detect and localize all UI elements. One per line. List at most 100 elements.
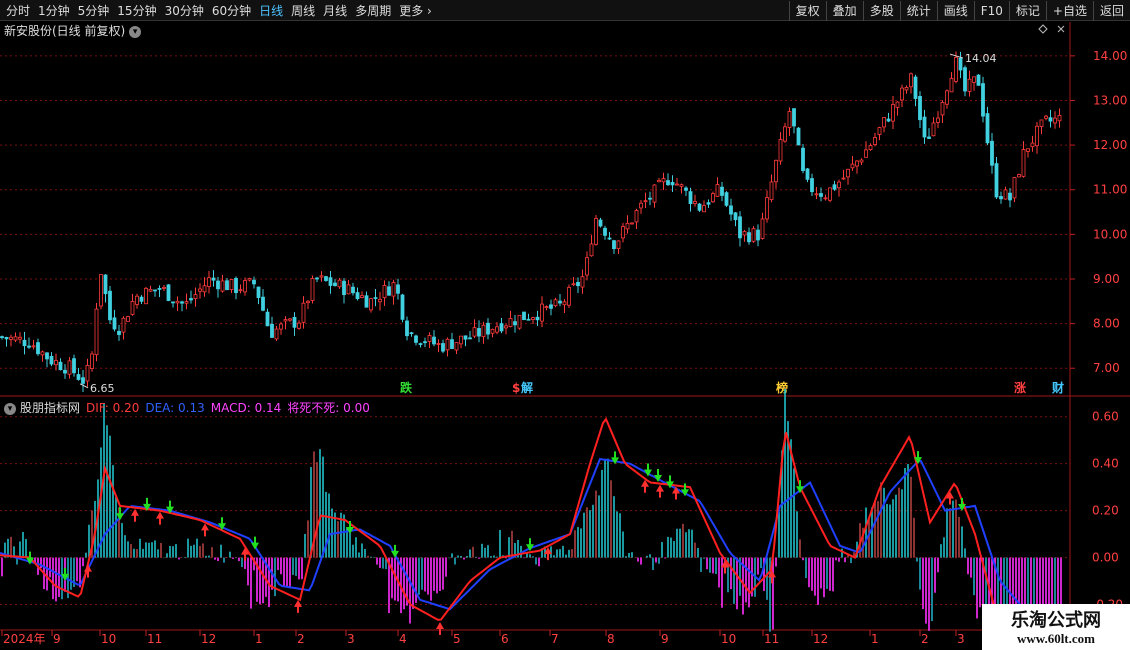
candle-body [859, 159, 864, 163]
candle-body [756, 229, 760, 241]
candle-body [846, 168, 850, 178]
candle-body [13, 336, 18, 341]
price-tick-label: 11.00 [1093, 183, 1127, 197]
candle-body [364, 295, 369, 308]
candle-body [909, 73, 913, 88]
candle-body [643, 200, 648, 203]
candle-body [634, 210, 639, 223]
candle-body [486, 322, 490, 335]
candle-body [1053, 117, 1057, 124]
candle-body [252, 279, 256, 285]
candle-body [751, 228, 756, 242]
candle-body [148, 288, 153, 292]
candle-body [342, 280, 346, 296]
candle-body [387, 286, 391, 296]
candle-body [787, 111, 792, 128]
candle-body [193, 294, 198, 300]
candle-body [670, 182, 675, 186]
candle-body [580, 276, 585, 288]
candle-body [832, 184, 837, 190]
time-tick-label: 12 [813, 632, 828, 646]
sell-arrow-icon [391, 544, 399, 558]
candle-body [760, 218, 765, 239]
candle-body [396, 284, 400, 294]
macd-tick-label: 0.40 [1092, 457, 1119, 471]
candle-body [904, 87, 909, 91]
candle-body [472, 327, 477, 337]
event-tag: 榜 [776, 380, 788, 395]
time-tick-label: 8 [607, 632, 615, 646]
candle-body [85, 364, 90, 382]
candle-body [1048, 117, 1053, 122]
candle-body [837, 181, 841, 189]
candle-body [63, 369, 67, 374]
candle-body [747, 232, 751, 243]
price-tick-label: 9.00 [1093, 272, 1120, 286]
candle-body [652, 184, 657, 203]
macd-tick-label: 0.00 [1092, 551, 1119, 565]
candle-body [265, 311, 270, 327]
candle-body [958, 57, 963, 71]
candle-body [382, 285, 387, 299]
candle-body [675, 183, 679, 186]
buy-arrow-icon [436, 621, 444, 635]
candle-body [783, 126, 787, 142]
candle-body [351, 286, 355, 294]
time-tick-label: 3 [347, 632, 355, 646]
candle-body [657, 179, 661, 183]
candle-body [499, 323, 504, 332]
candle-body [1012, 177, 1017, 199]
candle-body [103, 274, 108, 295]
candle-body [594, 217, 598, 245]
candle-body [531, 317, 535, 320]
candle-body [378, 298, 382, 303]
candle-body [765, 197, 769, 220]
candle-body [558, 300, 562, 304]
candle-body [882, 117, 886, 128]
high-marker-label: 14.04 [965, 52, 997, 65]
candle-body [639, 202, 643, 209]
price-tick-label: 10.00 [1093, 227, 1127, 241]
buy-arrow-icon [672, 486, 680, 500]
time-tick-label: 2 [297, 632, 305, 646]
candle-body [945, 90, 949, 105]
candle-body [648, 197, 652, 200]
candle-body [612, 240, 616, 250]
candle-body [913, 76, 918, 99]
candle-body [540, 303, 544, 322]
candle-body [1003, 189, 1008, 200]
time-tick-label: 1 [255, 632, 263, 646]
candle-body [553, 299, 558, 307]
candle-body [877, 127, 882, 135]
candle-body [513, 321, 517, 326]
time-tick-label: 10 [721, 632, 736, 646]
candle-body [549, 304, 553, 309]
candle-body [1021, 149, 1026, 177]
candle-body [868, 145, 873, 151]
time-tick-label: 1 [871, 632, 879, 646]
candle-body [535, 316, 540, 321]
candle-body [567, 287, 571, 306]
kline-chart[interactable]: 14.0013.0012.0011.0010.009.008.007.000.6… [0, 0, 1130, 650]
time-tick-label: 7 [551, 632, 559, 646]
candle-body [814, 193, 819, 196]
candle-body [346, 284, 351, 295]
candle-body [967, 78, 972, 92]
candle-body [927, 136, 931, 139]
candle-body [270, 323, 274, 338]
candle-body [4, 336, 9, 340]
buy-arrow-icon [656, 484, 664, 498]
chevron-down-icon[interactable]: ▾ [4, 402, 16, 415]
candle-body [1039, 119, 1044, 127]
candle-body [198, 288, 202, 292]
candle-body [31, 345, 36, 348]
candle-body [459, 335, 463, 345]
price-tick-label: 8.00 [1093, 317, 1120, 331]
buy-arrow-icon [294, 599, 302, 613]
candle-body [319, 275, 324, 278]
candle-body [810, 178, 814, 193]
candle-body [283, 319, 288, 322]
time-tick-label: 12 [201, 632, 216, 646]
candle-body [157, 288, 162, 290]
candle-body [504, 325, 508, 329]
